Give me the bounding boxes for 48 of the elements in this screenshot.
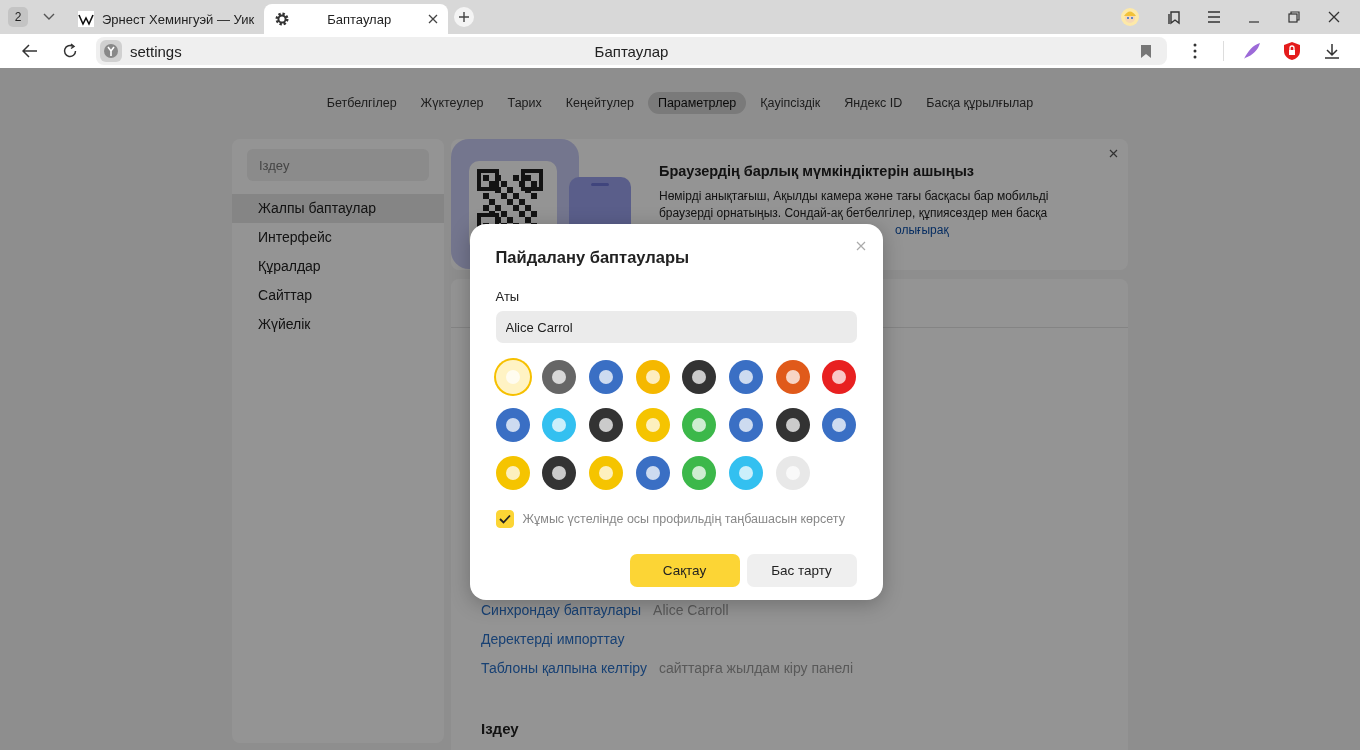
promo-description: Нөмірді анықтағыш, Ақылды камера және тағы басқасы бар мобильді браузерді орнатыңыз. Сондай-ақ бетбелгілер, құпиясөздер мен басқа: [659, 188, 1050, 222]
bookmark-icon[interactable]: [1139, 44, 1153, 58]
settings-nav-tab[interactable]: Тарих: [497, 92, 552, 114]
sidebar-item[interactable]: Құралдар: [232, 252, 444, 281]
search-field[interactable]: Іздеу: [247, 149, 429, 181]
avatar-option[interactable]: [588, 408, 623, 442]
settings-nav-tab[interactable]: Яндекс ID: [834, 92, 913, 114]
settings-link[interactable]: Таблоны қалпына келтіру: [481, 660, 647, 676]
sidebar-item[interactable]: Жүйелік: [232, 310, 444, 339]
save-button[interactable]: Сақтау: [629, 554, 740, 587]
browser-logo-icon: [100, 40, 122, 62]
wikipedia-icon: [78, 11, 94, 27]
address-text: settings: [130, 42, 182, 60]
gear-icon: [274, 11, 291, 27]
settings-link[interactable]: Синхрондау баптаулары: [481, 602, 642, 618]
address-bar[interactable]: settings Баптаулар: [96, 37, 1167, 65]
browser-tab[interactable]: Баптаулар: [264, 4, 449, 34]
checkmark-icon: [498, 514, 511, 524]
avatar-option[interactable]: [542, 456, 577, 490]
checkbox-label: Жұмыс үстелінде осы профильдің таңбашасын көрсету: [522, 512, 845, 526]
sidebar-item[interactable]: Интерфейс: [232, 223, 444, 252]
sidebar-item[interactable]: Сайттар: [232, 281, 444, 310]
section-heading: Іздеу: [481, 720, 520, 737]
settings-nav-tab[interactable]: Параметрлер: [647, 92, 747, 114]
dialog-title: Пайдалану баптаулары: [495, 248, 691, 267]
plus-icon[interactable]: [454, 7, 475, 27]
page-title: Баптаулар: [594, 42, 669, 60]
avatar-option[interactable]: [682, 360, 717, 394]
cancel-button[interactable]: Бас тарту: [746, 554, 857, 587]
name-field[interactable]: Alice Carrol: [495, 311, 857, 343]
tab-count-badge[interactable]: 2: [8, 7, 28, 27]
settings-nav-tab[interactable]: Басқа құрылғылар: [916, 92, 1044, 114]
close-icon[interactable]: [1109, 149, 1118, 158]
link-note: сайттарға жылдам кіру панелі: [658, 660, 854, 676]
settings-nav-tab[interactable]: Бетбелгілер: [316, 92, 407, 114]
avatar-option[interactable]: [542, 360, 577, 394]
field-label: Аты: [495, 289, 521, 304]
settings-nav-tab[interactable]: Кеңейтулер: [555, 92, 644, 114]
settings-link[interactable]: Деректерді импорттау: [481, 631, 625, 647]
close-icon[interactable]: [428, 14, 439, 24]
checkbox[interactable]: [495, 510, 514, 528]
sidebar-item[interactable]: Жалпы баптаулар: [232, 194, 444, 223]
settings-nav-tab[interactable]: Жүктеулер: [410, 92, 494, 114]
settings-nav-tab[interactable]: Қауіпсіздік: [750, 92, 831, 114]
promo-title: Браузердің барлық мүмкіндіктерін ашыңыз: [659, 163, 975, 179]
link-note: Alice Carroll: [653, 602, 729, 618]
avatar-option[interactable]: [775, 408, 810, 442]
browser-tab[interactable]: Эрнест Хемингуэй — Уик: [68, 4, 265, 34]
